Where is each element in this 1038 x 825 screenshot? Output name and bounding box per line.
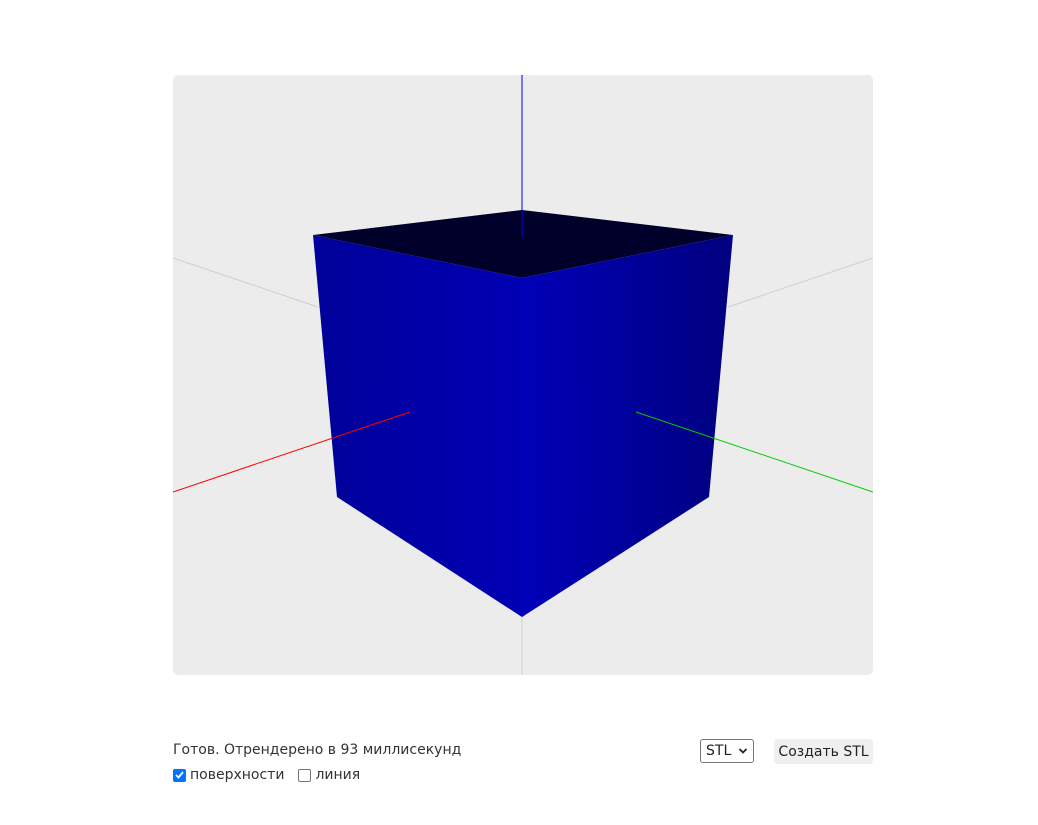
- faces-option[interactable]: поверхности: [173, 767, 284, 783]
- export-format-value: STL: [706, 743, 732, 759]
- generate-stl-button[interactable]: Создать STL: [774, 739, 873, 764]
- chevron-down-icon: [738, 748, 748, 754]
- render-canvas[interactable]: [173, 75, 873, 675]
- checkmark-icon: [175, 771, 184, 779]
- cube-right-face: [522, 235, 733, 617]
- grid-line-left: [173, 257, 319, 308]
- render-options: поверхности линия: [173, 765, 374, 785]
- export-format-select[interactable]: STL: [700, 739, 754, 763]
- 3d-viewport[interactable]: [173, 75, 873, 675]
- faces-label: поверхности: [190, 767, 285, 783]
- grid-line-right: [727, 257, 873, 308]
- lines-option[interactable]: линия: [298, 767, 360, 783]
- cube-left-face: [313, 235, 522, 617]
- render-status-text: Готов. Отрендерено в 93 миллисекунд: [173, 742, 462, 758]
- lines-checkbox[interactable]: [298, 768, 312, 782]
- lines-label: линия: [315, 767, 361, 783]
- faces-checkbox[interactable]: [173, 768, 186, 782]
